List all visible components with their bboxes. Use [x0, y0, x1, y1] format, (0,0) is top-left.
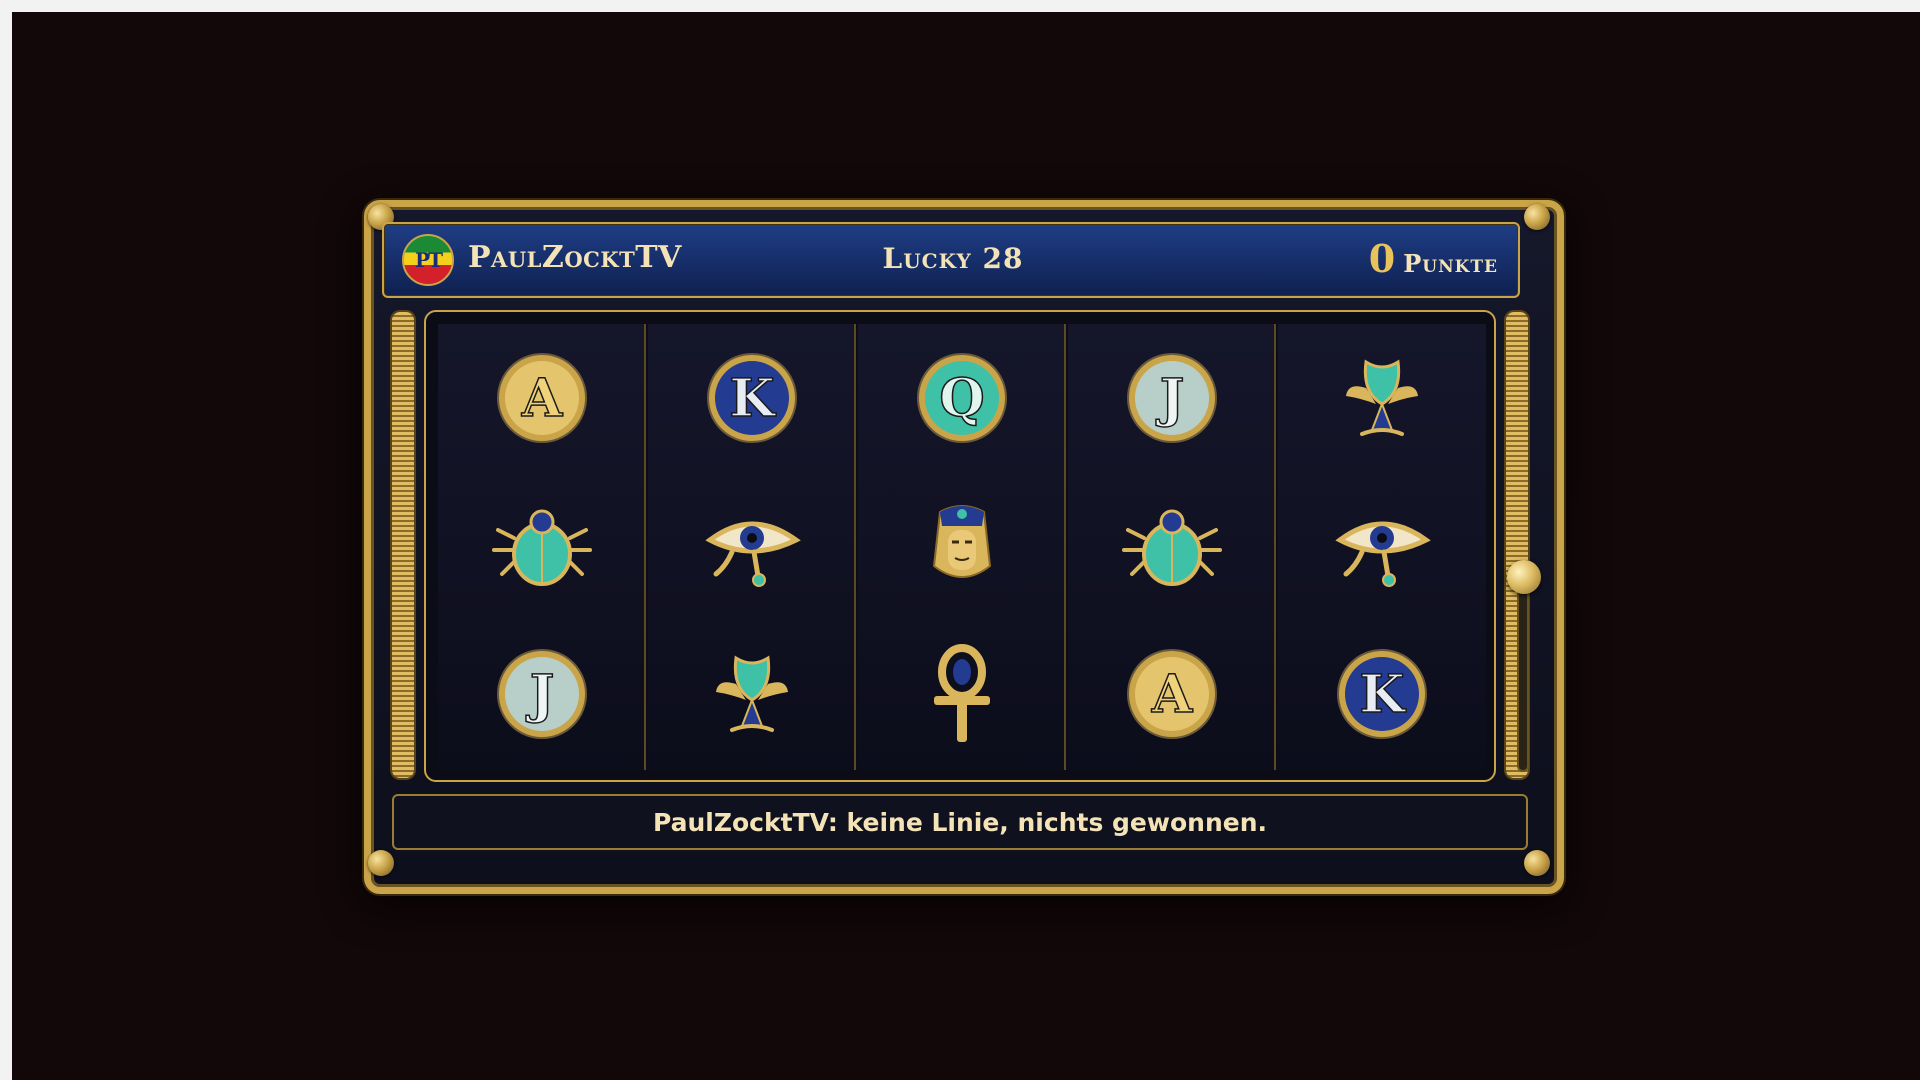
letter-k-coin-icon: K: [707, 353, 797, 443]
result-message: PaulZocktTV: keine Linie, nichts gewonne…: [652, 808, 1267, 837]
reel-3: Q: [858, 324, 1066, 770]
eye-of-horus-icon: [705, 521, 801, 587]
reel-cell: K: [648, 324, 856, 472]
reel-cell: A: [438, 324, 646, 472]
reel-cell: [1068, 472, 1276, 620]
svg-text:J: J: [526, 664, 555, 725]
reel-cell: [1278, 472, 1486, 620]
reel-cell: [1278, 324, 1486, 472]
rivet-top-right: [1524, 204, 1550, 230]
letter-a-coin-icon: A: [1127, 649, 1217, 739]
score-value: 0: [1368, 236, 1396, 281]
lotus-icon: [1346, 359, 1418, 436]
message-bar: PaulZocktTV: keine Linie, nichts gewonne…: [392, 794, 1528, 850]
score-display: 0 Punkte: [1369, 236, 1498, 281]
reel-cell: [648, 472, 856, 620]
svg-text:A: A: [1151, 664, 1193, 725]
svg-text:A: A: [521, 368, 563, 429]
reel-cell: A: [1068, 620, 1276, 768]
reel-cell: [858, 472, 1066, 620]
score-label: Punkte: [1403, 249, 1498, 278]
header-bar: PT PaulZocktTV Lucky 28 0 Punkte: [382, 222, 1520, 298]
reel-2: K: [648, 324, 856, 770]
letter-j-coin-icon: J: [497, 649, 587, 739]
letter-a-coin-icon: A: [497, 353, 587, 443]
spin-lever-knob[interactable]: [1507, 560, 1541, 594]
svg-text:K: K: [729, 368, 776, 429]
rivet-bottom-right: [1524, 850, 1550, 876]
reel-4: J A: [1068, 324, 1276, 770]
reel-cell: [858, 620, 1066, 768]
scarab-icon: [492, 509, 592, 586]
lever-track[interactable]: [1519, 580, 1527, 770]
reel-cell: [648, 620, 856, 768]
lotus-icon: [716, 655, 788, 732]
reel-cell: [438, 472, 646, 620]
reel-cell: J: [438, 620, 646, 768]
reel-window: A J K Q J A K: [424, 310, 1496, 782]
game-title: Lucky 28: [882, 242, 1024, 275]
left-rail: [392, 312, 414, 778]
scarab-icon: [1122, 509, 1222, 586]
reel-1: A J: [438, 324, 646, 770]
player-name: PaulZocktTV: [468, 240, 682, 275]
reel-cell: J: [1068, 324, 1276, 472]
reel-5: K: [1278, 324, 1486, 770]
pharaoh-mask-icon: [932, 505, 992, 578]
reel-cell: Q: [858, 324, 1066, 472]
svg-text:K: K: [1359, 664, 1406, 725]
letter-q-coin-icon: Q: [917, 353, 1007, 443]
svg-text:J: J: [1156, 368, 1185, 429]
svg-text:Q: Q: [939, 368, 984, 429]
letter-j-coin-icon: J: [1127, 353, 1217, 443]
letter-k-coin-icon: K: [1337, 649, 1427, 739]
reel-cell: K: [1278, 620, 1486, 768]
logo-text: PT: [415, 248, 443, 272]
eye-of-horus-icon: [1335, 521, 1431, 587]
ankh-icon: [934, 644, 990, 742]
rivet-bottom-left: [368, 850, 394, 876]
channel-logo: PT: [402, 234, 454, 286]
